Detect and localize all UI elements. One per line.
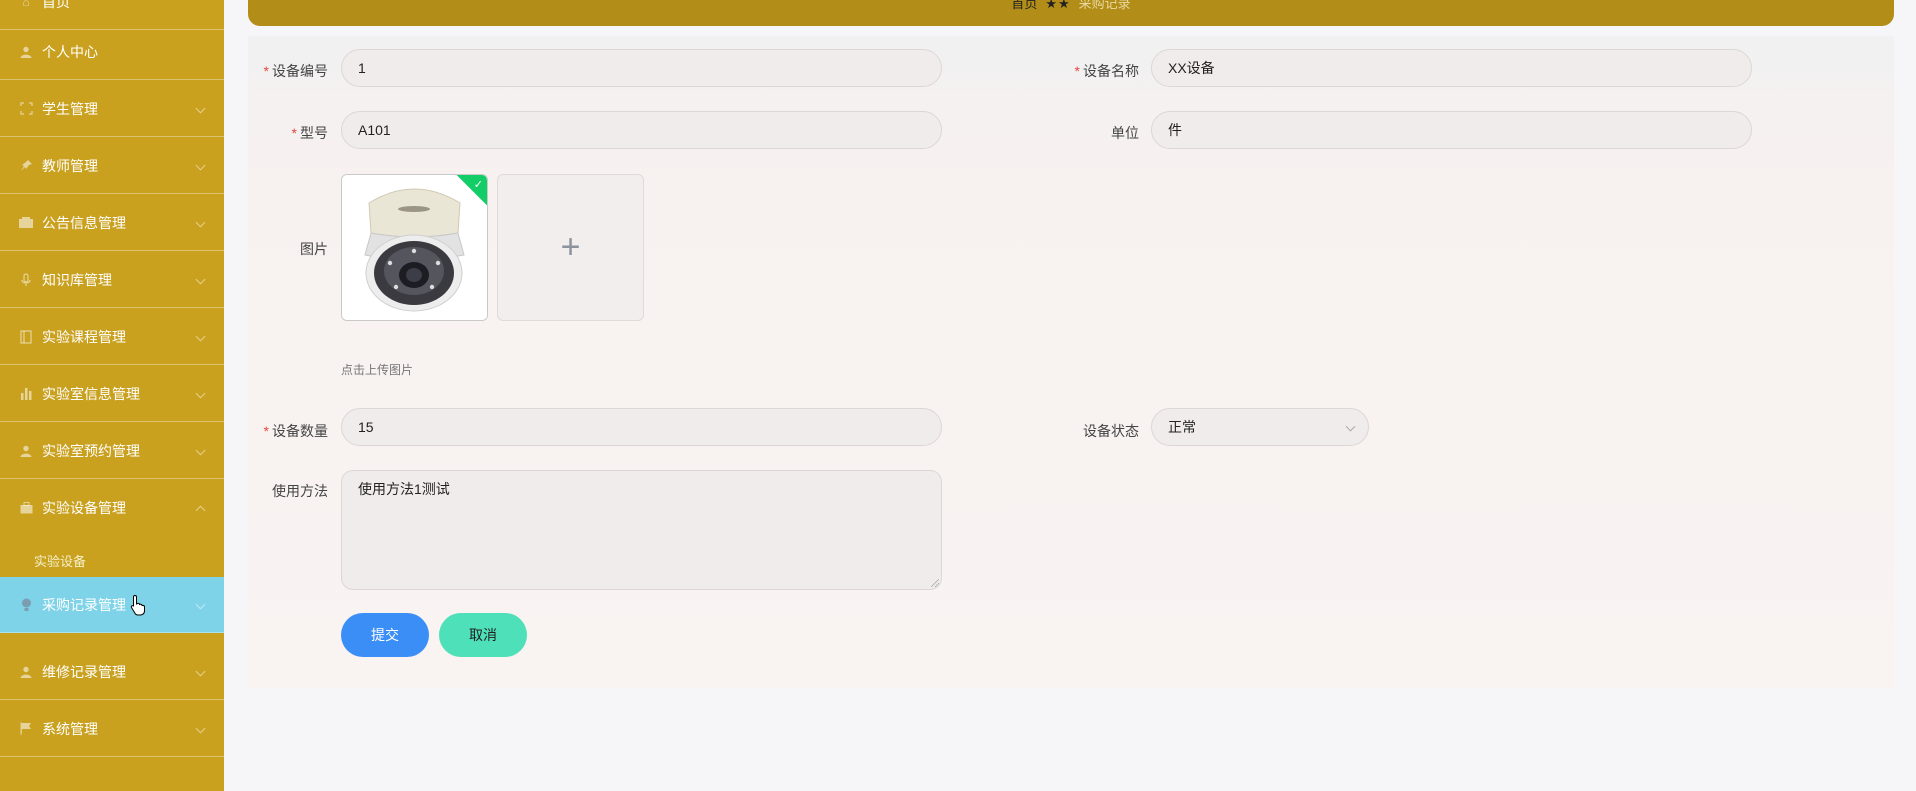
sidebar-item-label: 实验设备管理 — [42, 500, 126, 516]
chevron-up-icon — [195, 505, 206, 516]
chevron-down-icon — [195, 160, 206, 170]
breadcrumb-home[interactable]: 首页 — [1011, 0, 1037, 12]
sidebar: ⌂ 首页 个人中心 学生管理 教师管理 公告信息管理 知识库管理 实验课程管理 … — [0, 0, 224, 791]
required-mark: * — [263, 423, 269, 439]
cancel-button[interactable]: 取消 — [439, 613, 527, 657]
bulb-icon — [18, 597, 34, 613]
fullscreen-icon — [18, 101, 34, 117]
model-label: * 型号 — [291, 125, 328, 141]
device-no-input[interactable]: 1 — [341, 49, 942, 87]
sidebar-item-teacher-management[interactable]: 教师管理 — [0, 138, 224, 194]
sidebar-item-knowledge-base[interactable]: 知识库管理 — [0, 252, 224, 308]
person-icon — [18, 44, 34, 60]
chevron-down-icon — [195, 331, 206, 341]
sidebar-item-label: 实验室预约管理 — [42, 442, 140, 459]
submit-button[interactable]: 提交 — [341, 613, 429, 657]
check-icon: ✓ — [473, 179, 483, 191]
quantity-label: * 设备数量 — [263, 423, 328, 439]
sidebar-item-label: 实验课程管理 — [42, 328, 126, 345]
chevron-down-icon — [195, 445, 206, 455]
sidebar-item-course-management[interactable]: 实验课程管理 — [0, 309, 224, 365]
usage-label: 使用方法 — [272, 483, 328, 499]
sidebar-item-personal-center[interactable]: 个人中心 — [0, 24, 224, 80]
status-label: 设备状态 — [1083, 423, 1139, 439]
briefcase-icon — [18, 500, 34, 516]
home-icon: ⌂ — [22, 0, 30, 9]
sidebar-item-label: 学生管理 — [42, 100, 98, 117]
chevron-down-icon — [195, 388, 206, 398]
sidebar-item-student-management[interactable]: 学生管理 — [0, 81, 224, 137]
bar-chart-icon — [18, 386, 34, 402]
sidebar-item-repair-records[interactable]: 维修记录管理 — [0, 644, 224, 700]
breadcrumb: 首页 ★★ 采购记录 — [248, 0, 1894, 26]
pin-icon — [18, 158, 34, 174]
breadcrumb-current: 采购记录 — [1078, 0, 1131, 11]
device-no-label: * 设备编号 — [263, 63, 328, 79]
camera-image — [342, 175, 487, 320]
quantity-input[interactable]: 15 — [341, 408, 942, 446]
status-select[interactable]: 正常 — [1151, 408, 1369, 446]
image-label: 图片 — [300, 241, 328, 257]
model-input[interactable]: A101 — [341, 111, 942, 149]
sidebar-item-label: 公告信息管理 — [42, 214, 126, 231]
sidebar-item-equipment-management[interactable]: 实验设备管理 — [0, 480, 224, 536]
uploaded-image[interactable]: ✓ — [341, 174, 488, 321]
chevron-down-icon — [195, 103, 206, 113]
sidebar-item-purchase-records[interactable]: 采购记录管理 — [0, 577, 224, 633]
person-icon — [18, 443, 34, 459]
submenu-item-equipment[interactable]: 实验设备 — [0, 540, 224, 580]
chevron-down-icon — [195, 217, 206, 227]
sidebar-item-lab-booking[interactable]: 实验室预约管理 — [0, 423, 224, 479]
sidebar-item-label: 教师管理 — [42, 157, 98, 174]
sidebar-item-label: 系统管理 — [42, 720, 98, 737]
sidebar-item-label: 知识库管理 — [42, 271, 112, 288]
device-name-input[interactable]: XX设备 — [1151, 49, 1752, 87]
book-icon — [18, 329, 34, 345]
sidebar-item-lab-info[interactable]: 实验室信息管理 — [0, 366, 224, 422]
sidebar-item-label: 个人中心 — [42, 43, 98, 60]
unit-label: 单位 — [1111, 125, 1139, 141]
upload-hint: 点击上传图片 — [341, 363, 414, 377]
unit-input[interactable]: 件 — [1151, 111, 1752, 149]
usage-textarea[interactable]: 使用方法1测试 — [341, 470, 942, 590]
sidebar-item-label: 实验室信息管理 — [42, 385, 140, 402]
sidebar-item-label: 首页 — [42, 0, 70, 10]
chevron-down-icon — [195, 666, 206, 676]
flag-icon — [18, 721, 34, 737]
plus-icon: + — [560, 228, 581, 266]
person-icon — [18, 664, 34, 680]
mic-icon — [18, 272, 34, 288]
chevron-down-icon — [195, 599, 206, 609]
sidebar-item-label: 采购记录管理 — [42, 596, 126, 613]
required-mark: * — [1074, 63, 1080, 79]
chevron-down-icon — [1345, 421, 1356, 432]
notice-icon — [18, 215, 34, 231]
upload-button[interactable]: + — [497, 174, 644, 321]
required-mark: * — [263, 63, 269, 79]
sidebar-item-notice-management[interactable]: 公告信息管理 — [0, 195, 224, 251]
breadcrumb-separator: ★★ — [1045, 0, 1071, 11]
sidebar-item-system-management[interactable]: 系统管理 — [0, 701, 224, 757]
chevron-down-icon — [195, 723, 206, 733]
chevron-down-icon — [195, 274, 206, 284]
resize-handle[interactable] — [931, 579, 939, 587]
sidebar-item-label: 维修记录管理 — [42, 663, 126, 680]
submenu-item-label: 实验设备 — [34, 553, 87, 569]
hand-cursor-icon — [130, 594, 145, 616]
required-mark: * — [291, 125, 297, 141]
device-name-label: * 设备名称 — [1074, 63, 1139, 79]
